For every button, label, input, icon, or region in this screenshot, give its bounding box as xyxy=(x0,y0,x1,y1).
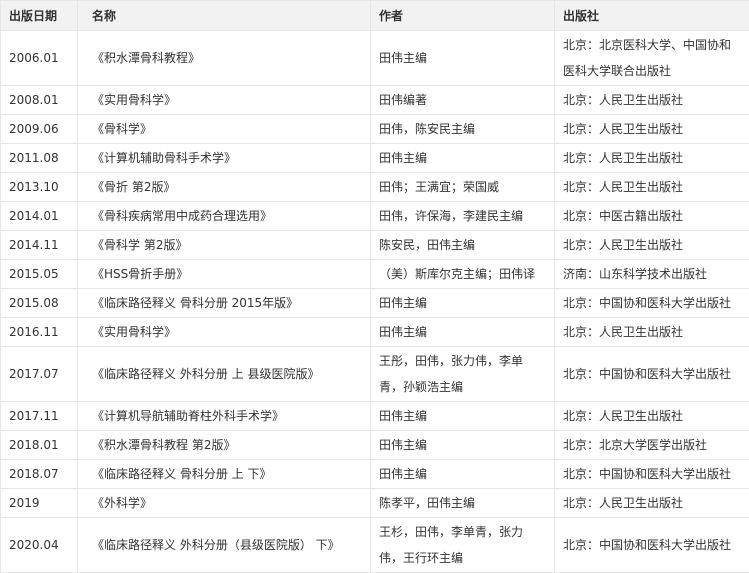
cell-title: 《外科学》 xyxy=(78,489,371,518)
table-row: 2008.01 《实用骨科学》 田伟编著 北京：人民卫生出版社 xyxy=(1,86,749,115)
cell-publisher: 北京：北京医科大学、中国协和医科大学联合出版社 xyxy=(555,31,749,86)
cell-publisher: 北京：中国协和医科大学出版社 xyxy=(555,289,749,318)
cell-publisher: 北京：中国协和医科大学出版社 xyxy=(555,347,749,402)
cell-author: 王杉，田伟，李单青，张力伟，王行环主编 xyxy=(371,518,555,573)
table-row: 2014.11 《骨科学 第2版》 陈安民，田伟主编 北京：人民卫生出版社 xyxy=(1,231,749,260)
cell-author: 田伟编著 xyxy=(371,86,555,115)
table-row: 2011.08 《计算机辅助骨科手术学》 田伟主编 北京：人民卫生出版社 xyxy=(1,144,749,173)
cell-title: 《骨科学》 xyxy=(78,115,371,144)
cell-date: 2015.08 xyxy=(1,289,78,318)
cell-date: 2014.01 xyxy=(1,202,78,231)
cell-publisher: 北京：人民卫生出版社 xyxy=(555,86,749,115)
table-row: 2016.11 《实用骨科学》 田伟主编 北京：人民卫生出版社 xyxy=(1,318,749,347)
cell-date: 2018.07 xyxy=(1,460,78,489)
cell-author: 陈安民，田伟主编 xyxy=(371,231,555,260)
publications-table: 出版日期 名称 作者 出版社 2006.01 《积水潭骨科教程》 田伟主编 北京… xyxy=(0,0,749,573)
cell-title: 《HSS骨折手册》 xyxy=(78,260,371,289)
cell-date: 2008.01 xyxy=(1,86,78,115)
table-row: 2014.01 《骨科疾病常用中成药合理选用》 田伟，许保海，李建民主编 北京：… xyxy=(1,202,749,231)
cell-date: 2016.11 xyxy=(1,318,78,347)
table-header-row: 出版日期 名称 作者 出版社 xyxy=(1,1,749,31)
cell-author: 田伟主编 xyxy=(371,31,555,86)
table-row: 2015.08 《临床路径释义 骨科分册 2015年版》 田伟主编 北京：中国协… xyxy=(1,289,749,318)
table-row: 2018.01 《积水潭骨科教程 第2版》 田伟主编 北京：北京大学医学出版社 xyxy=(1,431,749,460)
cell-publisher: 北京：人民卫生出版社 xyxy=(555,173,749,202)
cell-author: 田伟主编 xyxy=(371,144,555,173)
cell-publisher: 北京：中国协和医科大学出版社 xyxy=(555,518,749,573)
table-row: 2013.10 《骨折 第2版》 田伟；王满宜；荣国威 北京：人民卫生出版社 xyxy=(1,173,749,202)
header-publisher: 出版社 xyxy=(555,1,749,31)
cell-publisher: 北京：人民卫生出版社 xyxy=(555,489,749,518)
cell-date: 2009.06 xyxy=(1,115,78,144)
cell-date: 2018.01 xyxy=(1,431,78,460)
cell-publisher: 北京：人民卫生出版社 xyxy=(555,318,749,347)
cell-author: 田伟，陈安民主编 xyxy=(371,115,555,144)
cell-author: 田伟主编 xyxy=(371,402,555,431)
table-row: 2018.07 《临床路径释义 骨科分册 上 下》 田伟主编 北京：中国协和医科… xyxy=(1,460,749,489)
cell-title: 《临床路径释义 骨科分册 上 下》 xyxy=(78,460,371,489)
table-row: 2009.06 《骨科学》 田伟，陈安民主编 北京：人民卫生出版社 xyxy=(1,115,749,144)
table-row: 2019 《外科学》 陈孝平，田伟主编 北京：人民卫生出版社 xyxy=(1,489,749,518)
cell-author: 田伟主编 xyxy=(371,460,555,489)
cell-author: 王彤，田伟，张力伟，李单青，孙颖浩主编 xyxy=(371,347,555,402)
cell-publisher: 北京：人民卫生出版社 xyxy=(555,115,749,144)
cell-date: 2020.04 xyxy=(1,518,78,573)
cell-date: 2006.01 xyxy=(1,31,78,86)
cell-publisher: 北京：中医古籍出版社 xyxy=(555,202,749,231)
cell-date: 2013.10 xyxy=(1,173,78,202)
cell-author: 田伟，许保海，李建民主编 xyxy=(371,202,555,231)
cell-title: 《计算机导航辅助脊柱外科手术学》 xyxy=(78,402,371,431)
cell-date: 2017.07 xyxy=(1,347,78,402)
cell-author: 田伟主编 xyxy=(371,431,555,460)
cell-date: 2019 xyxy=(1,489,78,518)
table-row: 2017.11 《计算机导航辅助脊柱外科手术学》 田伟主编 北京：人民卫生出版社 xyxy=(1,402,749,431)
header-author: 作者 xyxy=(371,1,555,31)
cell-publisher: 北京：北京大学医学出版社 xyxy=(555,431,749,460)
cell-publisher: 北京：中国协和医科大学出版社 xyxy=(555,460,749,489)
cell-title: 《计算机辅助骨科手术学》 xyxy=(78,144,371,173)
cell-title: 《骨科学 第2版》 xyxy=(78,231,371,260)
cell-title: 《临床路径释义 外科分册 上 县级医院版》 xyxy=(78,347,371,402)
cell-date: 2015.05 xyxy=(1,260,78,289)
cell-title: 《积水潭骨科教程 第2版》 xyxy=(78,431,371,460)
cell-publisher: 北京：人民卫生出版社 xyxy=(555,231,749,260)
cell-title: 《临床路径释义 外科分册（县级医院版） 下》 xyxy=(78,518,371,573)
cell-date: 2014.11 xyxy=(1,231,78,260)
cell-date: 2011.08 xyxy=(1,144,78,173)
cell-title: 《骨折 第2版》 xyxy=(78,173,371,202)
cell-author: 田伟主编 xyxy=(371,318,555,347)
cell-title: 《积水潭骨科教程》 xyxy=(78,31,371,86)
cell-author: 陈孝平，田伟主编 xyxy=(371,489,555,518)
table-row: 2020.04 《临床路径释义 外科分册（县级医院版） 下》 王杉，田伟，李单青… xyxy=(1,518,749,573)
cell-date: 2017.11 xyxy=(1,402,78,431)
cell-title: 《实用骨科学》 xyxy=(78,86,371,115)
cell-author: 田伟；王满宜；荣国威 xyxy=(371,173,555,202)
cell-title: 《骨科疾病常用中成药合理选用》 xyxy=(78,202,371,231)
table-row: 2017.07 《临床路径释义 外科分册 上 县级医院版》 王彤，田伟，张力伟，… xyxy=(1,347,749,402)
table-row: 2006.01 《积水潭骨科教程》 田伟主编 北京：北京医科大学、中国协和医科大… xyxy=(1,31,749,86)
cell-title: 《实用骨科学》 xyxy=(78,318,371,347)
header-date: 出版日期 xyxy=(1,1,78,31)
cell-publisher: 济南：山东科学技术出版社 xyxy=(555,260,749,289)
table-row: 2015.05 《HSS骨折手册》 （美）斯库尔克主编；田伟译 济南：山东科学技… xyxy=(1,260,749,289)
cell-title: 《临床路径释义 骨科分册 2015年版》 xyxy=(78,289,371,318)
cell-author: 田伟主编 xyxy=(371,289,555,318)
cell-author: （美）斯库尔克主编；田伟译 xyxy=(371,260,555,289)
cell-publisher: 北京：人民卫生出版社 xyxy=(555,402,749,431)
header-title: 名称 xyxy=(78,1,371,31)
cell-publisher: 北京：人民卫生出版社 xyxy=(555,144,749,173)
